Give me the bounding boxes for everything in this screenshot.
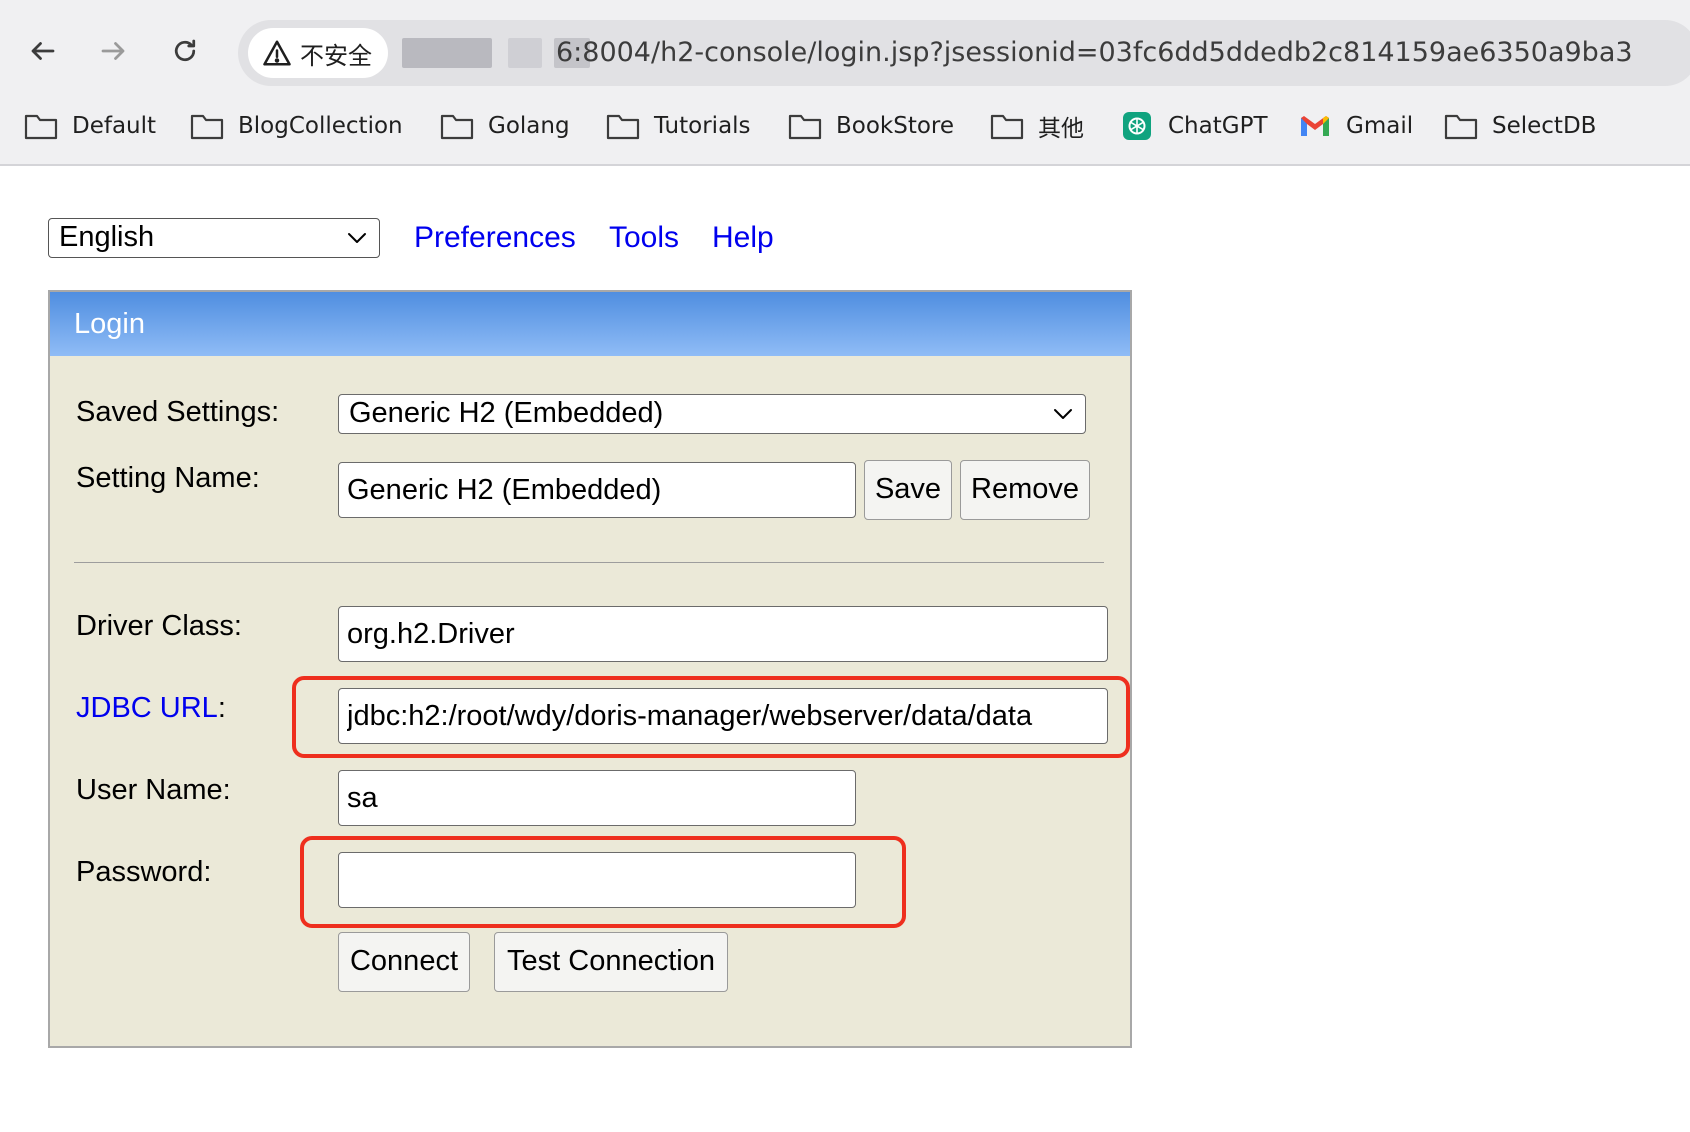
saved-settings-label: Saved Settings:	[76, 396, 280, 428]
bookmark-label: SelectDB	[1492, 113, 1597, 139]
bookmark-label: Default	[72, 113, 157, 139]
security-label: 不安全	[300, 41, 372, 70]
bookmark-other[interactable]: 其他	[990, 100, 1084, 152]
setting-name-input[interactable]	[338, 462, 856, 518]
bookmark-golang[interactable]: Golang	[440, 100, 570, 152]
bookmark-chatgpt[interactable]: ChatGPT	[1120, 100, 1268, 152]
folder-icon	[24, 114, 58, 140]
password-label: Password:	[76, 856, 212, 888]
preferences-link[interactable]: Preferences	[414, 218, 576, 258]
jdbc-url-label: JDBC URL:	[76, 692, 226, 725]
password-input[interactable]	[338, 852, 856, 908]
setting-name-label: Setting Name:	[76, 462, 260, 494]
save-button[interactable]: Save	[864, 460, 952, 520]
chatgpt-icon	[1123, 112, 1151, 140]
bookmark-label: Gmail	[1346, 113, 1414, 139]
address-bar[interactable]: 不安全 6:8004/h2-console/login.jsp?jsession…	[238, 20, 1690, 86]
folder-icon	[606, 114, 640, 140]
bookmark-label: Tutorials	[654, 113, 751, 139]
tools-link[interactable]: Tools	[609, 218, 679, 258]
user-name-label: User Name:	[76, 774, 231, 806]
bookmarks-bar: Default BlogCollection Golang Tutorials …	[0, 100, 1690, 152]
chevron-down-icon	[348, 233, 366, 243]
folder-icon	[440, 114, 474, 140]
jdbc-url-colon: :	[217, 692, 226, 724]
url-text: 6:8004/h2-console/login.jsp?jsessionid=0…	[556, 37, 1633, 68]
remove-button[interactable]: Remove	[960, 460, 1090, 520]
divider	[74, 562, 1104, 563]
browser-chrome: 不安全 6:8004/h2-console/login.jsp?jsession…	[0, 0, 1690, 166]
folder-icon	[990, 114, 1024, 140]
bookmark-label: Golang	[488, 113, 570, 139]
saved-settings-select[interactable]: Generic H2 (Embedded)	[338, 394, 1086, 434]
folder-icon	[1444, 114, 1478, 140]
user-name-input[interactable]	[338, 770, 856, 826]
bookmark-selectdb[interactable]: SelectDB	[1444, 100, 1596, 152]
help-link[interactable]: Help	[712, 218, 774, 258]
redacted-host	[508, 38, 542, 68]
back-button[interactable]	[20, 28, 66, 74]
language-value: English	[59, 221, 155, 253]
reload-button[interactable]	[162, 28, 208, 74]
jdbc-url-input[interactable]	[338, 688, 1108, 744]
arrow-left-icon	[31, 42, 55, 60]
reload-icon	[174, 39, 196, 62]
security-chip[interactable]: 不安全	[248, 28, 388, 78]
arrow-right-icon	[101, 42, 125, 60]
folder-icon	[788, 114, 822, 140]
connect-button[interactable]: Connect	[338, 932, 470, 992]
bookmark-bookstore[interactable]: BookStore	[788, 100, 954, 152]
bookmark-blogcollection[interactable]: BlogCollection	[190, 100, 403, 152]
driver-class-label: Driver Class:	[76, 610, 242, 642]
language-select[interactable]: English	[48, 218, 380, 258]
chevron-down-icon	[1054, 409, 1072, 419]
gmail-icon	[1301, 116, 1329, 136]
bookmark-label: ChatGPT	[1168, 113, 1268, 139]
forward-button[interactable]	[90, 28, 136, 74]
jdbc-url-link[interactable]: JDBC URL	[76, 692, 218, 724]
bookmark-label: BookStore	[836, 113, 955, 139]
test-connection-button[interactable]: Test Connection	[494, 932, 728, 992]
login-title: Login	[50, 292, 1130, 356]
saved-settings-value: Generic H2 (Embedded)	[349, 397, 664, 429]
bookmark-default[interactable]: Default	[24, 100, 156, 152]
bookmark-label: 其他	[1038, 116, 1084, 142]
redacted-host	[402, 38, 492, 68]
driver-class-input[interactable]	[338, 606, 1108, 662]
bookmark-label: BlogCollection	[238, 113, 403, 139]
warning-icon	[263, 40, 291, 66]
login-panel: Login Saved Settings: Generic H2 (Embedd…	[48, 290, 1132, 1048]
folder-icon	[190, 114, 224, 140]
bookmark-tutorials[interactable]: Tutorials	[606, 100, 751, 152]
bookmark-gmail[interactable]: Gmail	[1298, 100, 1413, 152]
